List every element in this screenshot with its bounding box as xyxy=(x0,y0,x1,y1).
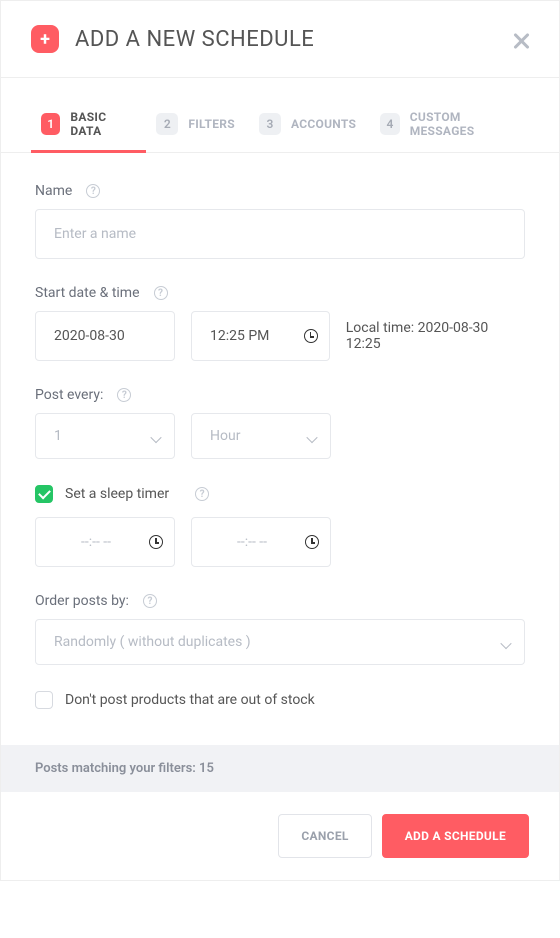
cancel-button[interactable]: CANCEL xyxy=(278,814,371,858)
tab-number: 2 xyxy=(156,113,178,135)
tab-label: FILTERS xyxy=(188,117,235,131)
name-label: Name xyxy=(35,183,72,199)
tab-number: 4 xyxy=(380,113,399,135)
form-body: Name ? Start date & time ? Local time: 2… xyxy=(1,153,559,709)
tab-label: ACCOUNTS xyxy=(291,117,356,131)
add-schedule-button[interactable]: ADD A SCHEDULE xyxy=(382,814,529,858)
tab-filters[interactable]: 2 FILTERS xyxy=(146,100,249,152)
order-posts-label: Order posts by: xyxy=(35,593,129,609)
order-posts-field: Order posts by: ? Randomly ( without dup… xyxy=(35,593,525,665)
help-icon[interactable]: ? xyxy=(86,184,100,198)
help-icon[interactable]: ? xyxy=(117,388,131,402)
name-field: Name ? xyxy=(35,183,525,259)
post-unit-select[interactable]: Hour xyxy=(191,413,331,459)
start-date-input[interactable] xyxy=(35,311,175,361)
start-label: Start date & time xyxy=(35,285,140,301)
sleep-timer-field: Set a sleep timer ? xyxy=(35,485,525,567)
out-of-stock-checkbox[interactable] xyxy=(35,691,53,709)
post-every-field: Post every: ? 1 Hour xyxy=(35,387,525,459)
close-icon[interactable] xyxy=(511,31,531,51)
tab-label: CUSTOM MESSAGES xyxy=(410,110,515,138)
clock-icon xyxy=(149,535,163,549)
select-value: 1 xyxy=(54,428,62,444)
local-time-text: Local time: 2020-08-30 12:25 xyxy=(346,320,525,352)
help-icon[interactable]: ? xyxy=(154,286,168,300)
out-of-stock-field: Don't post products that are out of stoc… xyxy=(35,691,525,709)
chevron-down-icon xyxy=(500,638,511,649)
chevron-down-icon xyxy=(306,432,317,443)
tab-label: BASIC DATA xyxy=(70,110,132,138)
out-of-stock-label: Don't post products that are out of stoc… xyxy=(65,692,315,708)
clock-icon xyxy=(304,329,318,343)
select-value: Hour xyxy=(210,428,240,444)
modal-title: ADD A NEW SCHEDULE xyxy=(75,27,314,52)
modal-header: + ADD A NEW SCHEDULE xyxy=(1,1,559,78)
help-icon[interactable]: ? xyxy=(143,594,157,608)
select-value: Randomly ( without duplicates ) xyxy=(54,634,251,650)
wizard-tabs: 1 BASIC DATA 2 FILTERS 3 ACCOUNTS 4 CUST… xyxy=(1,100,559,153)
tab-accounts[interactable]: 3 ACCOUNTS xyxy=(249,100,370,152)
filters-match-bar: Posts matching your filters: 15 xyxy=(1,745,559,792)
sleep-timer-label: Set a sleep timer xyxy=(65,486,169,502)
help-icon[interactable]: ? xyxy=(195,487,209,501)
name-input[interactable] xyxy=(35,209,525,259)
tab-number: 3 xyxy=(259,113,281,135)
plus-icon: + xyxy=(31,25,59,53)
clock-icon xyxy=(305,535,319,549)
modal-footer: CANCEL ADD A SCHEDULE xyxy=(1,792,559,880)
tab-number: 1 xyxy=(41,113,60,135)
start-field: Start date & time ? Local time: 2020-08-… xyxy=(35,285,525,361)
tab-basic-data[interactable]: 1 BASIC DATA xyxy=(31,100,146,152)
post-every-label: Post every: xyxy=(35,387,103,403)
tab-custom-messages[interactable]: 4 CUSTOM MESSAGES xyxy=(370,100,529,152)
post-interval-select[interactable]: 1 xyxy=(35,413,175,459)
order-posts-select[interactable]: Randomly ( without duplicates ) xyxy=(35,619,525,665)
add-schedule-modal: + ADD A NEW SCHEDULE 1 BASIC DATA 2 FILT… xyxy=(0,0,560,881)
sleep-timer-checkbox[interactable] xyxy=(35,485,53,503)
chevron-down-icon xyxy=(150,432,161,443)
